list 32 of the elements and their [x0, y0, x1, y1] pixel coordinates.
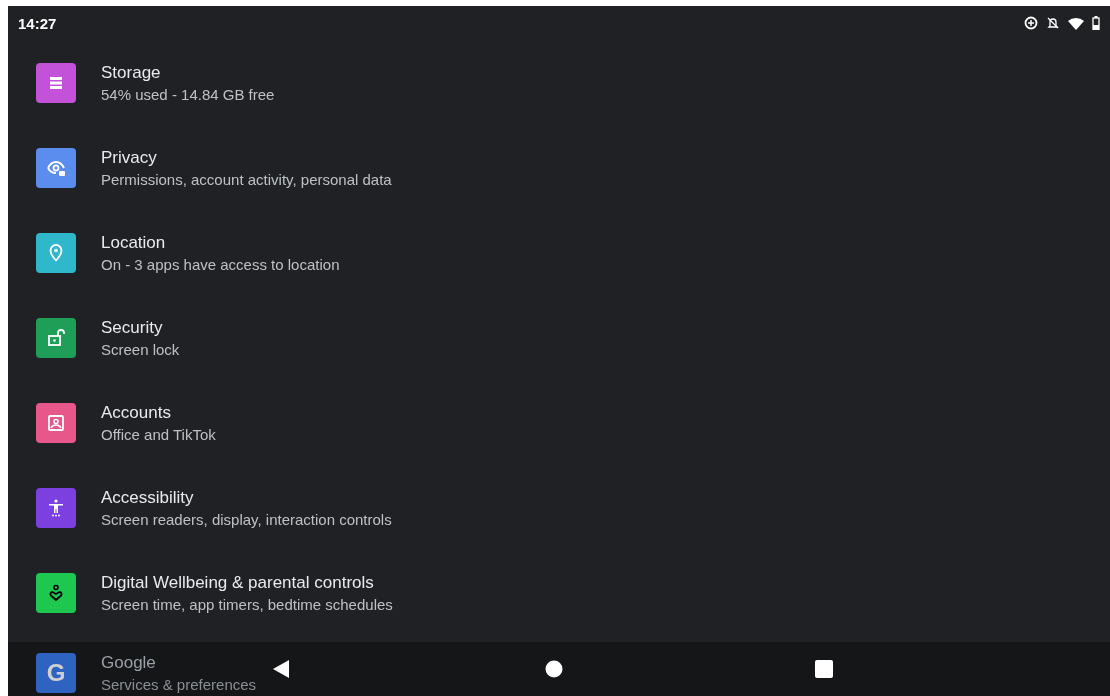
- status-time: 14:27: [18, 14, 57, 32]
- item-title: Google: [101, 653, 157, 673]
- settings-item[interactable]: Privacy Permissions, account activity, personal data: [8, 125, 1110, 210]
- item-title: Security: [101, 317, 164, 338]
- item-title: Accounts: [101, 402, 172, 423]
- back-button[interactable]: [272, 659, 290, 679]
- item-title: Storage: [101, 62, 162, 83]
- item-subtitle: 54% used - 14.84 GB free: [101, 85, 275, 103]
- item-title: Privacy: [101, 147, 158, 168]
- item-subtitle: Screen readers, display, interaction controls: [101, 510, 392, 528]
- settings-item[interactable]: Accessibility Screen readers, display, interaction controls: [8, 465, 1110, 550]
- battery-icon: [1092, 16, 1100, 30]
- item-subtitle: Office and TikTok: [101, 425, 216, 443]
- item-title: Location: [101, 232, 167, 253]
- item-subtitle: Services & preferences: [101, 676, 257, 693]
- item-title: Accessibility: [101, 487, 195, 508]
- settings-item[interactable]: G Google Services & preferences: [8, 642, 272, 693]
- settings-item[interactable]: Location On - 3 apps have access to location: [8, 210, 1110, 295]
- wifi-icon: [1068, 16, 1084, 30]
- google-icon: G: [36, 653, 76, 693]
- settings-item[interactable]: Accounts Office and TikTok: [8, 380, 1110, 465]
- settings-item[interactable]: Storage 54% used - 14.84 GB free: [8, 40, 1110, 125]
- item-subtitle: Screen time, app timers, bedtime schedules: [101, 595, 393, 613]
- settings-item[interactable]: Security Screen lock: [8, 295, 1110, 380]
- home-button[interactable]: [545, 660, 563, 678]
- item-title: Digital Wellbeing & parental controls: [101, 572, 375, 593]
- settings-item[interactable]: Digital Wellbeing & parental controls Screen time, app timers, bedtime schedules: [8, 550, 1110, 635]
- data-saver-icon: [1024, 16, 1038, 30]
- item-subtitle: Screen lock: [101, 340, 180, 358]
- bell-muted-icon: [1046, 16, 1060, 30]
- item-subtitle: On - 3 apps have access to location: [101, 255, 340, 273]
- item-subtitle: Permissions, account activity, personal data: [101, 170, 392, 188]
